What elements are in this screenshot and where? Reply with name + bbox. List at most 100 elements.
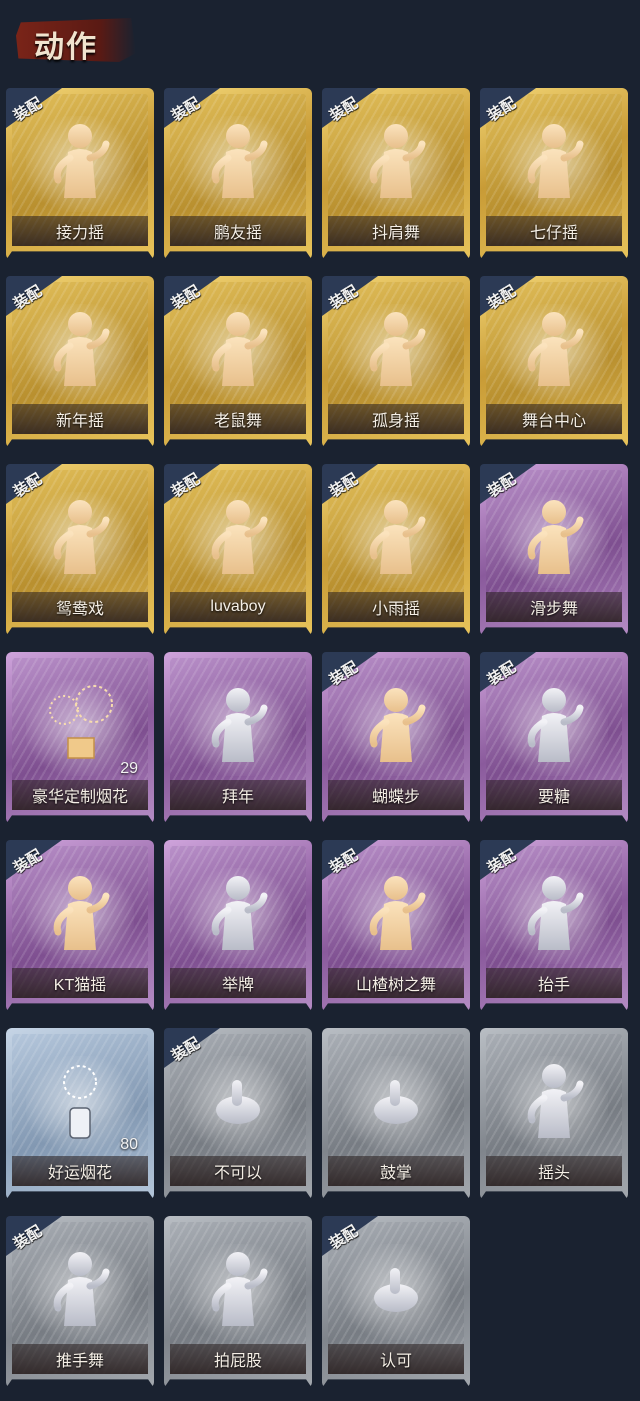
card-name: 孤身摇: [371, 413, 420, 430]
action-card[interactable]: KT猫摇 装配: [6, 840, 154, 1012]
action-card[interactable]: 要糖 装配: [480, 652, 628, 824]
card-name: 山楂树之舞: [355, 977, 436, 994]
raising-hands-icon: [514, 870, 594, 956]
dancer-icon: [514, 306, 594, 392]
card-name: 举牌: [221, 977, 254, 994]
card-name: 拍屁股: [213, 1353, 262, 1370]
action-card[interactable]: 舞台中心 装配: [480, 276, 628, 448]
action-card[interactable]: 孤身摇 装配: [322, 276, 470, 448]
dancer-icon: [514, 494, 594, 580]
card-name-bar: 小雨摇: [328, 592, 464, 622]
card-name: 抖肩舞: [371, 225, 420, 242]
action-card[interactable]: 拜年: [164, 652, 312, 824]
dancer-icon: [356, 682, 436, 768]
card-name-bar: 新年摇: [12, 404, 148, 434]
card-name: 老鼠舞: [213, 413, 262, 430]
card-name: 鸳鸯戏: [55, 601, 104, 618]
action-card[interactable]: 拍屁股: [164, 1216, 312, 1388]
card-name-bar: 山楂树之舞: [328, 968, 464, 998]
dancer-icon: [198, 494, 278, 580]
dancer-icon: [40, 870, 120, 956]
action-card[interactable]: 新年摇 装配: [6, 276, 154, 448]
action-card[interactable]: 接力摇 装配: [6, 88, 154, 260]
action-card[interactable]: 不可以 装配: [164, 1028, 312, 1200]
push-hands-icon: [40, 1246, 120, 1332]
card-name-bar: 好运烟花: [12, 1156, 148, 1186]
walking-figure-icon: [198, 1246, 278, 1332]
thumbs-up-icon: [356, 1246, 436, 1332]
card-name-bar: 老鼠舞: [170, 404, 306, 434]
action-card[interactable]: 认可 装配: [322, 1216, 470, 1388]
section-header: 动作: [0, 0, 640, 70]
dancer-icon: [514, 118, 594, 204]
card-name: 认可: [379, 1353, 412, 1370]
card-name-bar: 豪华定制烟花: [12, 780, 148, 810]
dancer-icon: [40, 118, 120, 204]
card-name-bar: 认可: [328, 1344, 464, 1374]
action-card[interactable]: luvaboy 装配: [164, 464, 312, 636]
card-name: 小雨摇: [371, 601, 420, 618]
firework-can-icon: [40, 1058, 120, 1144]
card-name: 要糖: [537, 789, 570, 806]
dancer-icon: [356, 118, 436, 204]
card-name-bar: 孤身摇: [328, 404, 464, 434]
dancer-icon: [198, 118, 278, 204]
card-name-bar: 拜年: [170, 780, 306, 810]
item-count: 29: [120, 760, 138, 777]
card-name-bar: 举牌: [170, 968, 306, 998]
card-name-bar: 舞台中心: [486, 404, 622, 434]
card-name: 豪华定制烟花: [31, 789, 128, 806]
card-name: 接力摇: [55, 225, 104, 242]
card-name: 鼓掌: [379, 1165, 412, 1182]
card-name: KT猫摇: [53, 977, 107, 994]
card-name-bar: 滑步舞: [486, 592, 622, 622]
action-card[interactable]: 29 豪华定制烟花: [6, 652, 154, 824]
card-name-bar: 鹏友摇: [170, 216, 306, 246]
card-name-bar: 抖肩舞: [328, 216, 464, 246]
action-card[interactable]: 举牌: [164, 840, 312, 1012]
fireworks-box-icon: [40, 682, 120, 768]
card-name: 七仔摇: [529, 225, 578, 242]
action-card[interactable]: 推手舞 装配: [6, 1216, 154, 1388]
action-card[interactable]: 小雨摇 装配: [322, 464, 470, 636]
dancer-icon: [356, 870, 436, 956]
action-card[interactable]: 老鼠舞 装配: [164, 276, 312, 448]
dancer-icon: [40, 494, 120, 580]
card-name-bar: 推手舞: [12, 1344, 148, 1374]
card-name-bar: 要糖: [486, 780, 622, 810]
action-card[interactable]: 蝴蝶步 装配: [322, 652, 470, 824]
card-name: 舞台中心: [521, 413, 586, 430]
dancer-icon: [356, 494, 436, 580]
action-card[interactable]: 鸳鸯戏 装配: [6, 464, 154, 636]
card-name: 推手舞: [55, 1353, 104, 1370]
card-name: 抬手: [537, 977, 570, 994]
action-card[interactable]: 摇头: [480, 1028, 628, 1200]
card-name: 鹏友摇: [213, 225, 262, 242]
dancer-icon: [198, 306, 278, 392]
card-name: 新年摇: [55, 413, 104, 430]
finger-wag-icon: [198, 1058, 278, 1144]
action-card[interactable]: 鼓掌: [322, 1028, 470, 1200]
card-name: 好运烟花: [47, 1165, 112, 1182]
card-name: 滑步舞: [529, 601, 578, 618]
clapping-hands-icon: [356, 1058, 436, 1144]
action-card[interactable]: 山楂树之舞 装配: [322, 840, 470, 1012]
action-card[interactable]: 80 好运烟花: [6, 1028, 154, 1200]
action-card[interactable]: 鹏友摇 装配: [164, 88, 312, 260]
card-name-bar: 拍屁股: [170, 1344, 306, 1374]
dancer-icon: [40, 306, 120, 392]
section-title: 动作: [34, 31, 98, 64]
card-name: luvaboy: [210, 598, 266, 615]
card-name: 不可以: [213, 1165, 262, 1182]
card-name-bar: luvaboy: [170, 592, 306, 622]
action-card[interactable]: 滑步舞 装配: [480, 464, 628, 636]
action-card[interactable]: 抬手 装配: [480, 840, 628, 1012]
card-name: 蝴蝶步: [371, 789, 420, 806]
card-name-bar: 蝴蝶步: [328, 780, 464, 810]
card-name-bar: 鸳鸯戏: [12, 592, 148, 622]
action-card[interactable]: 七仔摇 装配: [480, 88, 628, 260]
card-name-bar: 抬手: [486, 968, 622, 998]
sign-holder-icon: [198, 870, 278, 956]
reaching-figure-icon: [514, 682, 594, 768]
action-card[interactable]: 抖肩舞 装配: [322, 88, 470, 260]
